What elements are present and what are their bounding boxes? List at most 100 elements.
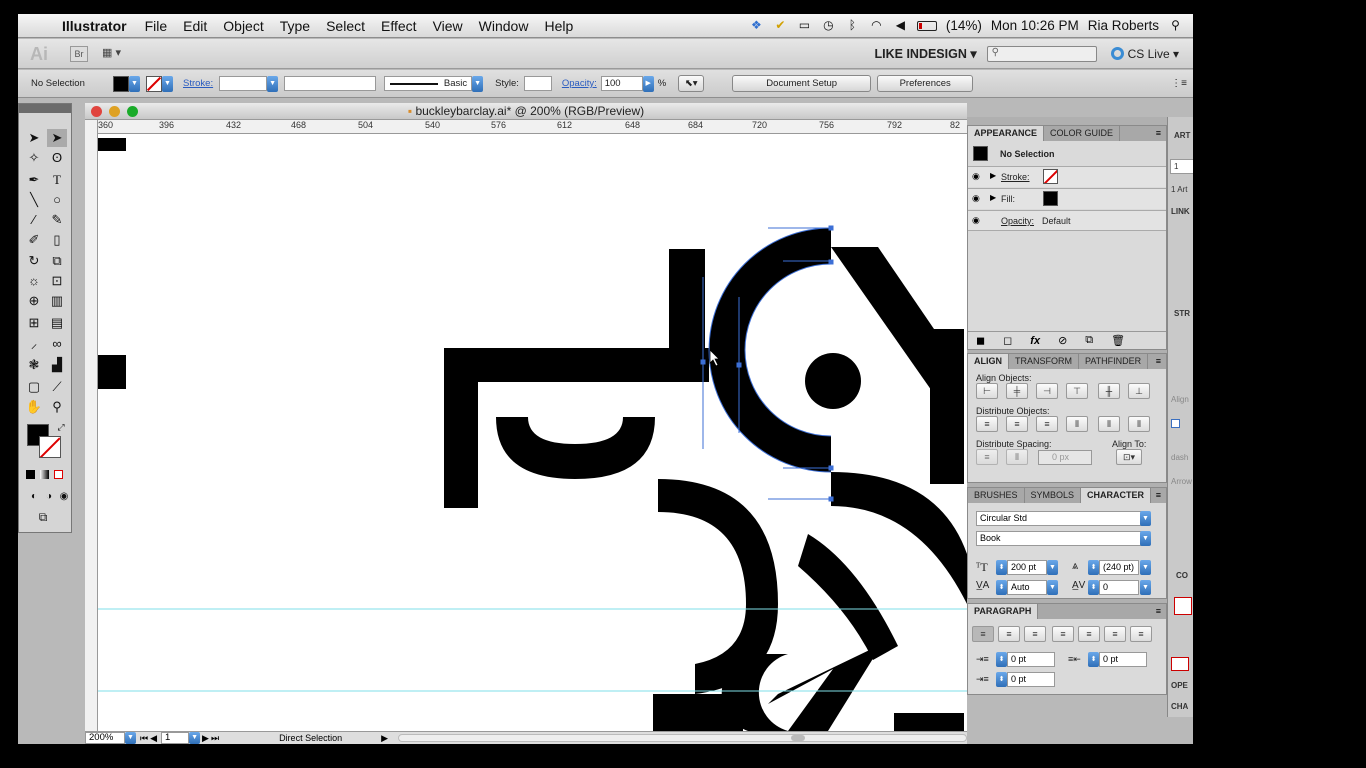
tab-symbols[interactable]: SYMBOLS (1025, 488, 1082, 503)
opacity-row-label[interactable]: Opacity: (1001, 216, 1034, 226)
stroke-row-swatch[interactable] (1043, 169, 1058, 184)
spacing-field[interactable]: 0 px (1038, 450, 1092, 465)
font-style-select[interactable]: Book (976, 531, 1142, 546)
distribute-left-button[interactable]: ⫴ (1066, 416, 1088, 432)
color-stroke-swatch[interactable] (1174, 597, 1192, 615)
distribute-right-button[interactable]: ⫴ (1128, 416, 1150, 432)
tools-panel-header[interactable] (19, 104, 71, 113)
last-artboard-icon[interactable]: ⏭ (211, 733, 219, 744)
add-stroke-icon[interactable]: ◼ (976, 334, 985, 347)
appearance-row-stroke[interactable]: ◉ ▶ Stroke: (968, 166, 1166, 187)
horizontal-scrollbar[interactable] (397, 734, 967, 742)
visibility-eye-icon[interactable]: ◉ (972, 171, 980, 182)
tab-transform[interactable]: TRANSFORM (1009, 354, 1079, 369)
justify-center-button[interactable]: ≡ (1078, 626, 1100, 642)
tab-color-guide[interactable]: COLOR GUIDE (1044, 126, 1121, 141)
column-graph-icon[interactable]: ▟ (47, 356, 67, 374)
vertical-ruler[interactable] (85, 120, 98, 731)
dashed-line-checkbox[interactable] (1171, 419, 1180, 428)
add-fill-icon[interactable]: ◻ (1003, 334, 1012, 347)
duplicate-item-icon[interactable]: ⧉ (1085, 334, 1093, 347)
minimize-window-button[interactable] (109, 106, 120, 117)
shape-builder-icon[interactable]: ⊕ (24, 292, 44, 310)
opacity-field[interactable]: 100 (600, 76, 643, 91)
artboard-field[interactable]: 1 (1170, 159, 1193, 174)
menu-effect[interactable]: Effect (373, 18, 425, 34)
leading-dropdown[interactable]: ▼ (1140, 560, 1151, 575)
first-line-indent-field[interactable]: 0 pt (1007, 672, 1055, 687)
zoom-dropdown[interactable]: ▼ (125, 732, 136, 744)
stroke-dropdown[interactable]: ▼ (162, 75, 173, 92)
close-window-button[interactable] (91, 106, 102, 117)
kerning-dropdown[interactable]: ▼ (1047, 580, 1058, 595)
right-indent-stepper[interactable]: ⬍ (1088, 652, 1099, 667)
bridge-button[interactable]: Br (70, 45, 88, 62)
align-right-text-button[interactable]: ≡ (1024, 626, 1046, 642)
style-field[interactable] (523, 76, 552, 91)
zoom-tool-icon[interactable]: ⚲ (47, 398, 67, 416)
variable-width-field[interactable] (284, 76, 377, 91)
none-mode-icon[interactable] (54, 470, 63, 479)
kerning-field[interactable]: Auto (1007, 580, 1047, 595)
align-center-text-button[interactable]: ≡ (998, 626, 1020, 642)
workspace-switcher[interactable]: LIKE INDESIGN ▾ (875, 46, 987, 61)
volume-icon[interactable]: ◀ (893, 19, 908, 32)
align-vertical-center-button[interactable]: ╫ (1098, 383, 1120, 399)
tab-links[interactable]: LINK (1171, 207, 1190, 216)
distribute-hcenter-button[interactable]: ⫴ (1098, 416, 1120, 432)
next-artboard-icon[interactable]: ▶ (202, 733, 209, 744)
bluetooth-icon[interactable]: ᛒ (845, 19, 860, 32)
fx-icon[interactable]: fx (1030, 335, 1040, 347)
panel-menu-icon[interactable]: ≡ (1156, 488, 1166, 503)
appearance-row-opacity[interactable]: ◉ Opacity: Default (968, 210, 1166, 231)
tab-character-styles[interactable]: CHA (1171, 702, 1188, 711)
status-menu-icon[interactable]: ▶ (381, 733, 388, 744)
visibility-eye-icon[interactable]: ◉ (972, 193, 980, 204)
right-indent-field[interactable]: 0 pt (1099, 652, 1147, 667)
brush-dropdown[interactable]: ▼ (472, 75, 484, 92)
document-setup-button[interactable]: Document Setup (732, 75, 872, 92)
font-family-dropdown[interactable]: ▼ (1140, 511, 1151, 526)
direct-selection-tool-icon[interactable]: ➤ (47, 129, 67, 147)
tab-brushes[interactable]: BRUSHES (968, 488, 1025, 503)
menu-file[interactable]: File (137, 18, 176, 34)
artboard-number-field[interactable]: 1 (161, 732, 190, 744)
font-style-dropdown[interactable]: ▼ (1140, 531, 1151, 546)
wifi-icon[interactable]: ◠ (869, 19, 884, 32)
color-mode-icon[interactable] (26, 470, 35, 479)
clear-appearance-icon[interactable]: ⊘ (1058, 334, 1067, 347)
tab-opacity[interactable]: OPE (1171, 681, 1188, 690)
cs-live-button[interactable]: CS Live ▾ (1110, 47, 1179, 61)
perspective-grid-icon[interactable]: ▥ (47, 292, 67, 310)
swap-fill-stroke-icon[interactable]: ⤢ (51, 418, 71, 436)
pen-tool-icon[interactable]: ✒ (24, 171, 44, 189)
gradient-tool-icon[interactable]: ▤ (47, 314, 67, 332)
artwork[interactable] (98, 134, 967, 731)
stroke-row-label[interactable]: Stroke: (1001, 172, 1030, 182)
font-family-select[interactable]: Circular Std (976, 511, 1142, 526)
justify-right-button[interactable]: ≡ (1104, 626, 1126, 642)
selection-tool-icon[interactable]: ➤ (24, 129, 44, 147)
fill-row-swatch[interactable] (1043, 191, 1058, 206)
battery-icon[interactable] (916, 20, 937, 31)
stroke-swatch[interactable] (146, 75, 162, 92)
panel-menu-icon[interactable]: ≡ (1156, 604, 1166, 619)
fill-row-label[interactable]: Fill: (1001, 194, 1015, 204)
user-name[interactable]: Ria Roberts (1088, 18, 1159, 33)
brush-field[interactable]: Basic (384, 76, 473, 91)
align-horizontal-center-button[interactable]: ╪ (1006, 383, 1028, 399)
tab-character[interactable]: CHARACTER (1081, 488, 1152, 503)
color-none-swatch[interactable] (1171, 657, 1189, 671)
left-indent-field[interactable]: 0 pt (1007, 652, 1055, 667)
menu-app-name[interactable]: Illustrator (58, 18, 137, 34)
leading-field[interactable]: (240 pt) (1099, 560, 1139, 575)
menu-select[interactable]: Select (318, 18, 373, 34)
preferences-button[interactable]: Preferences (877, 75, 974, 92)
spotlight-icon[interactable]: ⚲ (1168, 19, 1183, 32)
panel-menu-icon[interactable]: ⋮≡ (1171, 78, 1187, 89)
opacity-dropdown[interactable]: ▶ (642, 75, 654, 92)
ellipse-tool-icon[interactable]: ○ (47, 191, 67, 209)
blob-brush-icon[interactable]: ✐ (24, 231, 44, 249)
panel-menu-icon[interactable]: ≡ (1156, 354, 1166, 369)
align-to-dropdown[interactable]: ⊡▾ (1116, 449, 1142, 465)
